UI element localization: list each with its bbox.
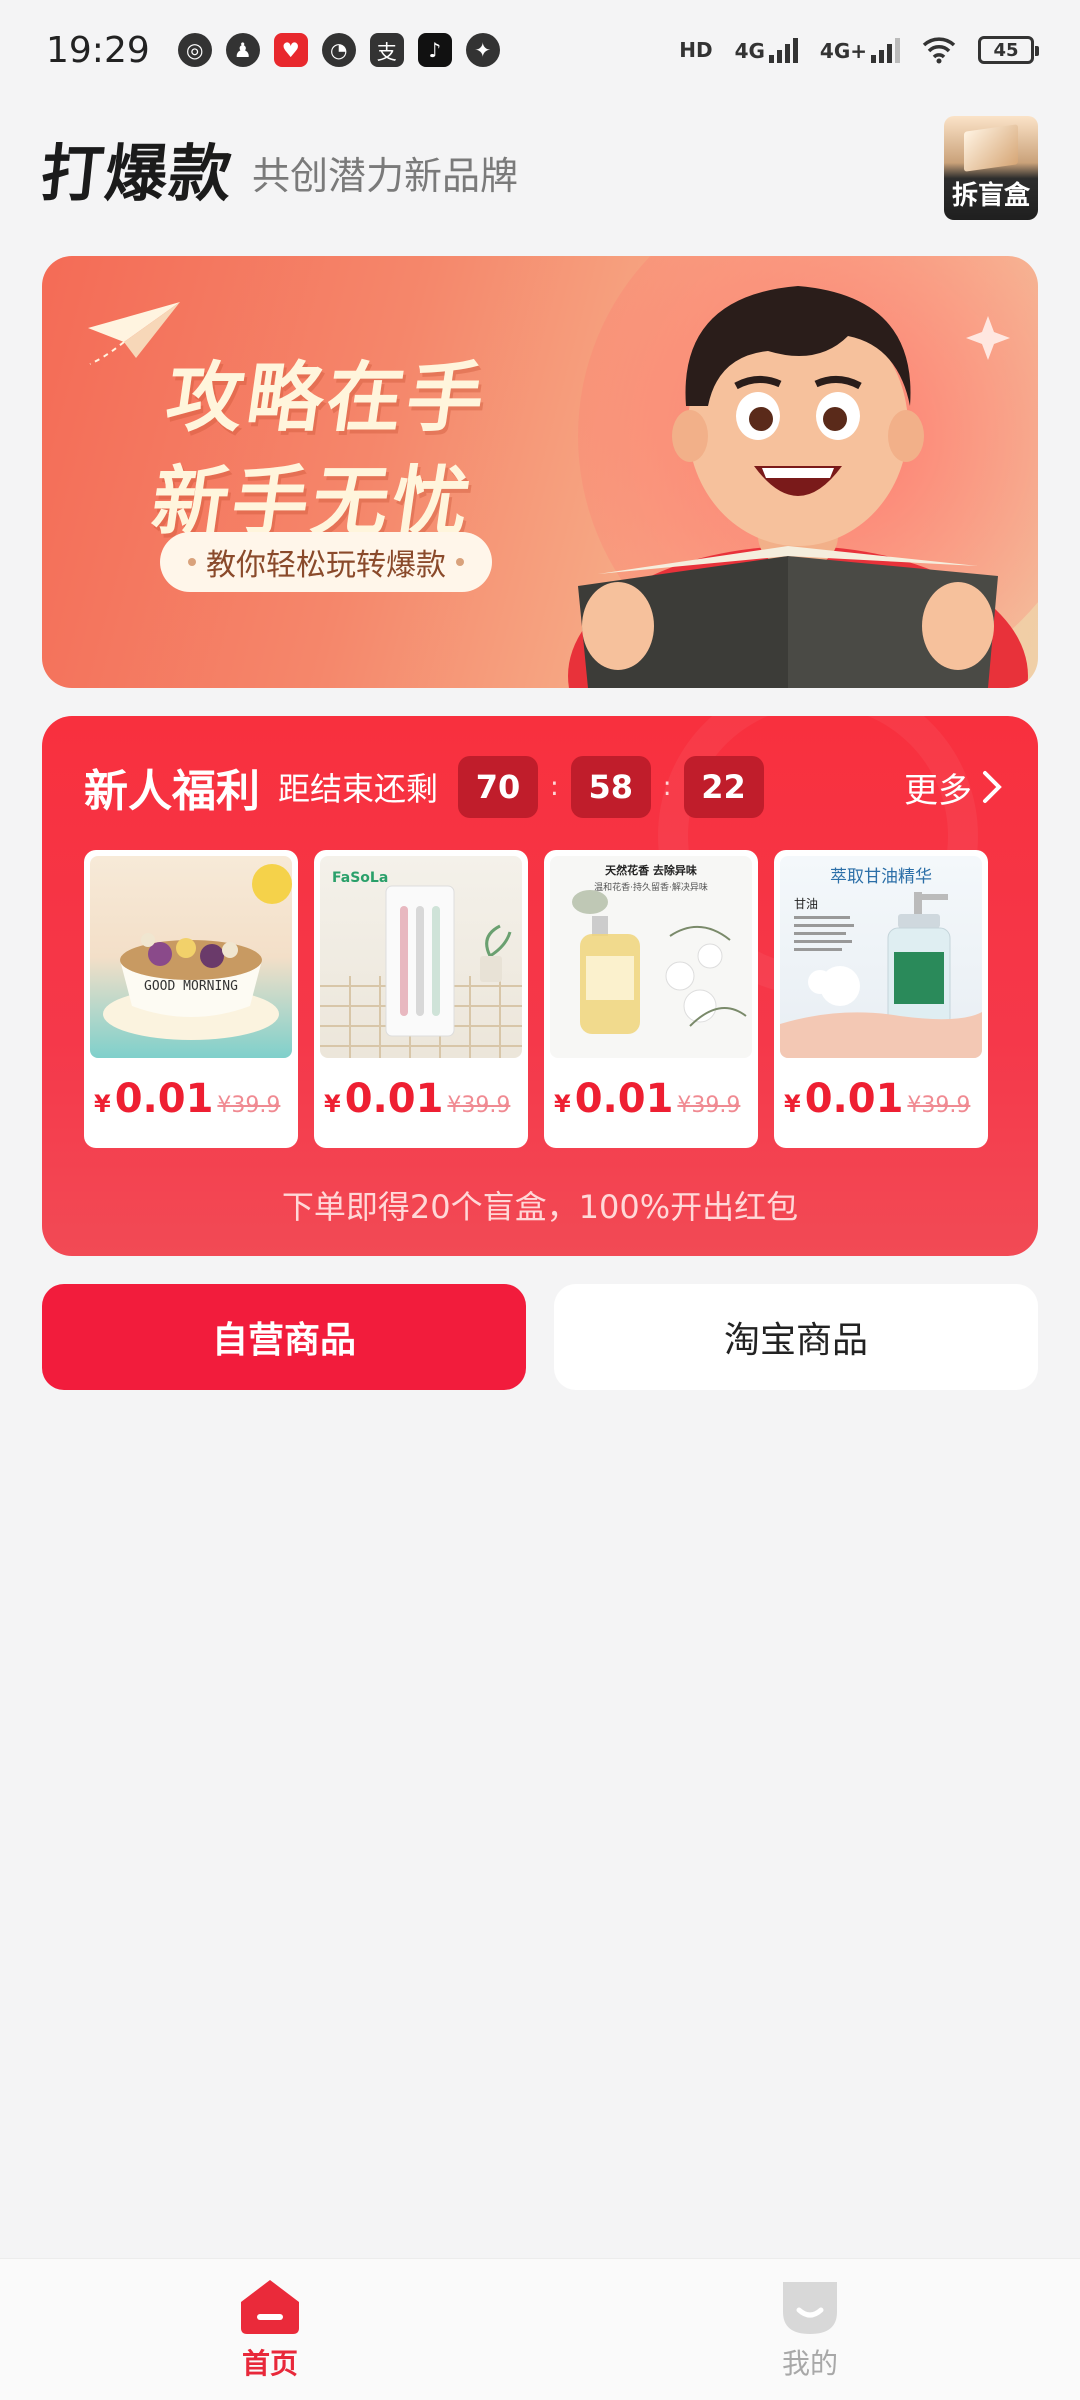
product-image: FaSoLa — [320, 856, 522, 1058]
nav-item-mine[interactable]: 我的 — [540, 2259, 1080, 2400]
original-price: ¥39.9 — [677, 1093, 741, 1118]
signal-4g-plus-icon: 4G+ — [820, 37, 900, 63]
paper-plane-icon — [88, 302, 180, 365]
sale-price: 0.01 — [344, 1076, 444, 1122]
more-link[interactable]: 更多 — [904, 763, 1002, 812]
svg-text:萃取甘油精华: 萃取甘油精华 — [830, 867, 932, 887]
netease-music-icon: ◎ — [177, 33, 212, 67]
guide-subtitle-pill: 教你轻松玩转爆款 — [160, 532, 492, 592]
home-icon — [241, 2279, 299, 2334]
svg-text:温和花香·持久留香·解决异味: 温和花香·持久留香·解决异味 — [594, 881, 708, 893]
alipay-icon: 支 — [369, 33, 404, 67]
open-blindbox-label: 拆盲盒 — [951, 181, 1030, 211]
profile-icon — [783, 2281, 837, 2334]
product-card[interactable]: 天然花香 去除异味 温和花香·持久留香·解决异味 ¥ 0.01 ¥39.9 — [544, 850, 758, 1148]
countdown-minutes: 58 — [570, 756, 651, 818]
speedometer-icon: ◔ — [321, 33, 356, 67]
countdown-seconds: 22 — [683, 756, 764, 818]
guide-title: 攻略在手 新手无忧 — [146, 353, 494, 546]
svg-text:甘油: 甘油 — [794, 897, 818, 911]
battery-icon: 45 — [978, 36, 1039, 64]
product-source-tabs: 自营商品 淘宝商品 — [42, 1284, 1038, 1390]
price-row: ¥ 0.01 ¥39.9 — [324, 1076, 511, 1122]
brand-slogan: 共创潜力新品牌 — [252, 153, 519, 198]
bottom-nav: 首页 我的 — [0, 2258, 1080, 2400]
chevron-right-icon — [983, 771, 1002, 803]
app-page: 19:29 ◎ ♟ ♥ ◔ 支 ♪ ✦ HD 4G 4G+ 45 打爆款 共创潜… — [0, 0, 1080, 2400]
product-image: 天然花香 去除异味 温和花香·持久留香·解决异味 — [550, 856, 752, 1058]
price-row: ¥ 0.01 ¥39.9 — [784, 1076, 971, 1122]
sale-price: 0.01 — [574, 1076, 674, 1122]
open-blindbox-button[interactable]: 拆盲盒 — [944, 116, 1038, 220]
product-image: GOOD MORNING — [90, 856, 292, 1058]
nav-item-home[interactable]: 首页 — [0, 2259, 540, 2400]
product-card[interactable]: FaSoLa ¥ 0.01 ¥39.9 — [314, 850, 528, 1148]
nav-label-home: 首页 — [241, 2346, 298, 2380]
vpn-icon: ✦ — [465, 33, 500, 67]
price-row: ¥ 0.01 ¥39.9 — [94, 1076, 281, 1122]
original-price: ¥39.9 — [217, 1093, 281, 1118]
svg-text:GOOD MORNING: GOOD MORNING — [144, 979, 238, 994]
newcomer-benefits-panel: 新人福利 距结束还剩 70 : 58 : 22 更多 GOOD MORNING … — [42, 716, 1038, 1256]
product-list: GOOD MORNING ¥ 0.01 ¥39.9 FaSoLa ¥ 0.01 … — [84, 850, 988, 1148]
newcomer-footer-note: 下单即得20个盲盒，100%开出红包 — [281, 1188, 799, 1226]
status-time: 19:29 — [46, 29, 150, 71]
status-indicators: HD 4G 4G+ 45 — [679, 36, 1039, 64]
tab-taobao[interactable]: 淘宝商品 — [554, 1284, 1038, 1390]
reading-boy-illustration — [568, 286, 1028, 688]
original-price: ¥39.9 — [907, 1093, 971, 1118]
countdown-hours: 70 — [458, 756, 539, 818]
hd-icon: HD — [679, 38, 713, 62]
signal-4g-icon: 4G — [735, 37, 798, 63]
newcomer-title: 新人福利 — [84, 766, 260, 817]
original-price: ¥39.9 — [447, 1093, 511, 1118]
sale-price: 0.01 — [804, 1076, 904, 1122]
newcomer-header: 新人福利 距结束还剩 70 : 58 : 22 更多 — [84, 754, 1002, 820]
wifi-icon — [922, 37, 956, 64]
brand-logo: 打爆款 — [37, 137, 238, 210]
status-app-icons: ◎ ♟ ♥ ◔ 支 ♪ ✦ — [177, 33, 500, 67]
nav-label-mine: 我的 — [781, 2346, 838, 2380]
product-card[interactable]: GOOD MORNING ¥ 0.01 ¥39.9 — [84, 850, 298, 1148]
svg-text:天然花香 去除异味: 天然花香 去除异味 — [605, 863, 697, 877]
tab-self-operated[interactable]: 自营商品 — [42, 1284, 526, 1390]
countdown-label: 距结束还剩 — [278, 770, 439, 808]
qq-icon: ♟ — [225, 33, 260, 67]
pinduoduo-icon: ♥ — [273, 33, 308, 67]
status-bar: 19:29 ◎ ♟ ♥ ◔ 支 ♪ ✦ HD 4G 4G+ 45 — [0, 0, 1080, 100]
tiktok-icon: ♪ — [417, 33, 452, 67]
svg-text:FaSoLa: FaSoLa — [332, 870, 388, 886]
guide-banner[interactable]: 攻略在手 新手无忧 教你轻松玩转爆款 — [42, 256, 1038, 688]
product-image: 萃取甘油精华 甘油 — [780, 856, 982, 1058]
product-card[interactable]: 萃取甘油精华 甘油 ¥ 0.01 ¥39.9 — [774, 850, 988, 1148]
header: 打爆款 共创潜力新品牌 拆盲盒 — [38, 116, 1038, 220]
price-row: ¥ 0.01 ¥39.9 — [554, 1076, 741, 1122]
sale-price: 0.01 — [114, 1076, 214, 1122]
blindbox-icon — [964, 124, 1018, 172]
